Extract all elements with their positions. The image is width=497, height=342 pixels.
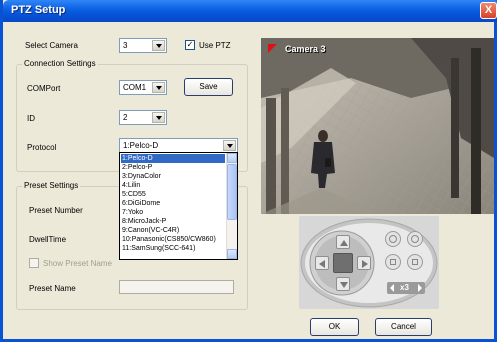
- connection-settings-legend: Connection Settings: [22, 59, 98, 68]
- protocol-option[interactable]: 10:Panasonic(CS850/CW860): [121, 235, 225, 244]
- zoom-in-button[interactable]: [385, 231, 401, 247]
- protocol-option[interactable]: 9:Canon(VC-C4R): [121, 226, 225, 235]
- comport-select[interactable]: COM1: [119, 80, 167, 95]
- ptz-control-panel: x3: [299, 216, 439, 309]
- focus-near-button[interactable]: [385, 254, 401, 270]
- cancel-button[interactable]: Cancel: [375, 318, 432, 336]
- protocol-select-value: 1:Pelco-D: [123, 141, 159, 150]
- chevron-down-icon[interactable]: [152, 40, 165, 51]
- zoom-out-icon: [411, 235, 419, 243]
- chevron-down-icon[interactable]: [152, 112, 165, 123]
- speed-decrease-icon[interactable]: [390, 284, 394, 292]
- protocol-select[interactable]: 1:Pelco-D: [119, 138, 238, 153]
- arrow-right-icon: [362, 260, 368, 268]
- ptz-setup-window: PTZ Setup X Select Camera 3 ✓ Use PTZ Co…: [0, 0, 497, 342]
- pan-right-button[interactable]: [357, 256, 371, 270]
- scroll-up-arrow-icon[interactable]: [227, 153, 237, 163]
- preset-settings-legend: Preset Settings: [22, 181, 81, 190]
- arrow-up-icon: [340, 240, 348, 246]
- arrow-left-icon: [319, 260, 325, 268]
- comport-label: COMPort: [27, 84, 61, 93]
- window-title: PTZ Setup: [11, 4, 66, 16]
- protocol-option[interactable]: 4:Lilin: [121, 181, 225, 190]
- save-button[interactable]: Save: [184, 78, 233, 96]
- pan-left-button[interactable]: [315, 256, 329, 270]
- id-label: ID: [27, 114, 35, 123]
- arrow-down-icon: [340, 282, 348, 288]
- pan-down-button[interactable]: [336, 277, 350, 291]
- camera-video-preview: Camera 3: [261, 38, 494, 214]
- zoom-in-icon: [389, 235, 397, 243]
- zoom-level-label: x3: [400, 283, 409, 292]
- protocol-option[interactable]: 3:DynaColor: [121, 172, 225, 181]
- protocol-option[interactable]: 7:Yoko: [121, 208, 225, 217]
- protocol-option[interactable]: 2:Pelco-P: [121, 163, 225, 172]
- title-bar[interactable]: PTZ Setup X: [3, 0, 497, 22]
- id-select-value: 2: [123, 113, 128, 122]
- chevron-down-icon[interactable]: [152, 82, 165, 93]
- dropdown-scrollbar[interactable]: [226, 153, 237, 259]
- zoom-speed-control[interactable]: x3: [387, 282, 425, 294]
- close-button[interactable]: X: [480, 2, 497, 19]
- video-camera-label: Camera 3: [285, 44, 326, 54]
- protocol-option[interactable]: 8:MicroJack-P: [121, 217, 225, 226]
- preset-name-label: Preset Name: [29, 284, 76, 293]
- zoom-out-button[interactable]: [407, 231, 423, 247]
- protocol-label: Protocol: [27, 143, 57, 152]
- speed-increase-icon[interactable]: [418, 284, 422, 292]
- dwell-time-label: DwellTime: [29, 235, 67, 244]
- camera-select-value: 3: [123, 41, 128, 50]
- recording-flag-icon: [268, 44, 277, 53]
- preset-name-input[interactable]: [119, 280, 234, 294]
- focus-far-button[interactable]: [407, 254, 423, 270]
- focus-near-icon: [390, 259, 396, 265]
- video-scene-image: [261, 38, 494, 214]
- scroll-down-arrow-icon[interactable]: [227, 249, 237, 259]
- protocol-option[interactable]: 11:SamSung(SCC-641): [121, 244, 225, 253]
- ok-button[interactable]: OK: [310, 318, 359, 336]
- protocol-option[interactable]: 6:DiGiDome: [121, 199, 225, 208]
- use-ptz-label: Use PTZ: [199, 41, 231, 50]
- scroll-thumb[interactable]: [227, 164, 237, 220]
- pan-up-button[interactable]: [336, 235, 350, 249]
- chevron-down-icon[interactable]: [223, 140, 236, 151]
- comport-select-value: COM1: [123, 83, 147, 92]
- protocol-dropdown-list[interactable]: 1:Pelco-D 2:Pelco-P 3:DynaColor 4:Lilin …: [119, 152, 238, 260]
- camera-select[interactable]: 3: [119, 38, 167, 53]
- protocol-option[interactable]: 5:CD55: [121, 190, 225, 199]
- preset-number-label: Preset Number: [29, 206, 83, 215]
- ptz-center-button[interactable]: [333, 253, 353, 273]
- show-preset-name-checkbox[interactable]: [29, 258, 39, 268]
- focus-far-icon: [412, 259, 418, 265]
- show-preset-name-label: Show Preset Name: [43, 259, 112, 268]
- id-select[interactable]: 2: [119, 110, 167, 125]
- protocol-option[interactable]: 1:Pelco-D: [121, 154, 225, 163]
- select-camera-label: Select Camera: [25, 41, 78, 50]
- use-ptz-checkbox[interactable]: ✓: [185, 40, 195, 50]
